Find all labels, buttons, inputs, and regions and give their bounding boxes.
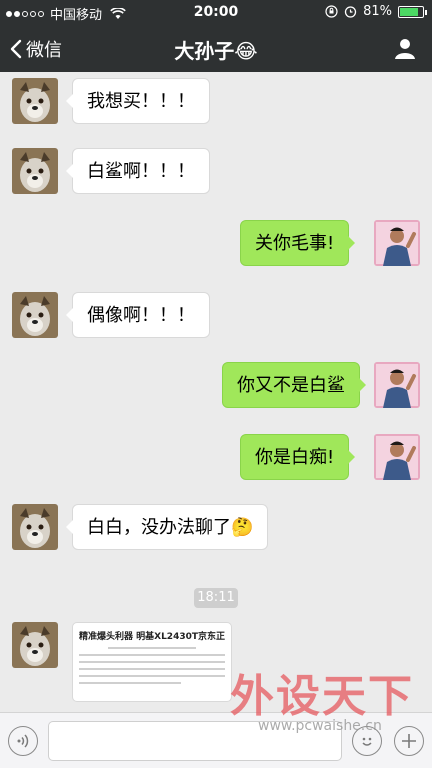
status-right: 81%	[325, 4, 427, 19]
nav-bar: 微信 大孙子😂	[0, 24, 432, 72]
friend-avatar[interactable]	[12, 148, 58, 194]
friend-avatar[interactable]	[12, 292, 58, 338]
alarm-icon	[344, 6, 357, 18]
time-separator: 18:11	[194, 588, 238, 608]
article-text-line	[79, 661, 225, 663]
message-bubble-received[interactable]: 偶像啊！！！	[66, 292, 210, 338]
rotation-lock-icon	[325, 5, 338, 18]
message-input[interactable]	[48, 721, 342, 761]
message-bubble-received[interactable]: 我想买！！！	[66, 78, 210, 124]
article-text-line	[79, 668, 225, 670]
shared-article-card[interactable]: 精准爆头利器 明基XL2430T京东正特价	[72, 622, 232, 702]
article-text-line	[79, 682, 182, 684]
article-text-line	[79, 675, 225, 677]
my-avatar[interactable]	[374, 220, 420, 266]
friend-avatar[interactable]	[12, 78, 58, 124]
friend-avatar[interactable]	[12, 504, 58, 550]
friend-avatar[interactable]	[12, 622, 58, 668]
battery-percent: 81%	[363, 4, 392, 19]
article-title: 精准爆头利器 明基XL2430T京东正特价	[79, 632, 225, 642]
message-bubble-sent[interactable]: 关你毛事!	[240, 220, 356, 266]
input-bar	[0, 712, 432, 768]
voice-button[interactable]	[8, 726, 38, 756]
message-bubble-sent[interactable]: 你是白痴!	[240, 434, 356, 480]
battery-level-fill	[400, 7, 418, 16]
chat-title: 大孙子😂	[174, 39, 258, 63]
more-button[interactable]	[394, 726, 424, 756]
my-avatar[interactable]	[374, 362, 420, 408]
article-text-line	[79, 654, 225, 656]
plus-icon	[402, 734, 416, 748]
message-bubble-sent[interactable]: 你又不是白鲨	[222, 362, 366, 408]
voice-icon	[17, 734, 29, 748]
smiley-icon	[362, 737, 372, 746]
article-meta-line	[108, 647, 196, 649]
message-bubble-received[interactable]: 白鲨啊！！！	[66, 148, 210, 194]
my-avatar[interactable]	[374, 434, 420, 480]
battery-icon	[398, 5, 427, 18]
status-bar: 中国移动 20:00 81%	[0, 0, 432, 24]
chat-area[interactable]: 我想买！！！ 白鲨啊！！！ 关你毛事! 偶像啊！！！ 你又不是白鲨 你是白痴! …	[0, 72, 432, 712]
emoji-button[interactable]	[352, 726, 382, 756]
message-bubble-received[interactable]: 白白，没办法聊了🤔	[65, 504, 269, 550]
profile-icon[interactable]	[394, 37, 416, 59]
